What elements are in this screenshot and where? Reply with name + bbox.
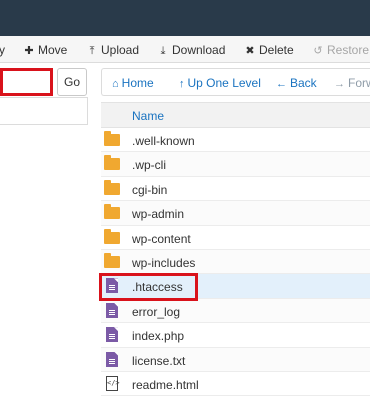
file-text-icon <box>104 302 120 319</box>
list-item[interactable]: cgi-bin <box>101 176 370 202</box>
list-item[interactable]: </> readme.html <box>101 371 370 397</box>
arrow-left-icon: ← <box>276 78 287 90</box>
arrow-right-icon: → <box>334 78 345 90</box>
top-header-bar <box>0 0 370 36</box>
upload-icon: ⤒ <box>89 45 95 57</box>
item-name: .well-known <box>132 134 195 148</box>
download-button[interactable]: ⤓ Download <box>157 42 226 58</box>
path-input[interactable] <box>0 68 53 96</box>
item-name: error_log <box>132 304 181 319</box>
move-button[interactable]: ✚ Move <box>23 42 67 58</box>
home-button[interactable]: ⌂ Home <box>112 75 154 91</box>
navigation-bar: ⌂Home ↑Up One Level ←Back →Forw <box>101 68 370 96</box>
item-name: index.php <box>132 329 185 344</box>
folder-icon <box>104 204 120 221</box>
item-name: wp-admin <box>132 207 185 222</box>
item-name: .htaccess <box>132 280 183 295</box>
item-name: .wp-cli <box>132 158 167 173</box>
list-item[interactable]: license.txt <box>101 347 370 372</box>
file-list-header: Name <box>101 102 370 128</box>
file-list: .well-known .wp-cli cgi-bin wp-admin wp-… <box>101 128 370 397</box>
download-label: Download <box>172 43 226 57</box>
restore-label: Restore <box>327 43 370 57</box>
file-text-icon <box>104 351 120 368</box>
list-item[interactable]: .well-known <box>101 128 370 153</box>
list-item[interactable]: .wp-cli <box>101 152 370 177</box>
up-one-level-label: Up One Level <box>187 76 261 90</box>
item-name: wp-content <box>132 231 191 246</box>
move-label: Move <box>38 43 68 57</box>
upload-label: Upload <box>101 43 140 57</box>
name-column-header[interactable]: Name <box>132 109 164 123</box>
upload-button[interactable]: ⤒ Upload <box>86 42 139 58</box>
delete-button[interactable]: ✖ Delete <box>244 42 294 58</box>
list-item[interactable]: error_log <box>101 298 370 324</box>
item-name: cgi-bin <box>132 182 168 197</box>
directory-tree-panel <box>0 97 88 125</box>
list-item-selected[interactable]: .htaccess <box>101 274 370 299</box>
delete-label: Delete <box>259 43 294 57</box>
folder-icon <box>104 228 120 246</box>
list-item[interactable]: wp-admin <box>101 201 370 226</box>
forward-button[interactable]: →Forw <box>334 75 370 91</box>
file-manager-toolbar: y ✚ Move ⤒ Upload ⤓ Download ✖ Delete ↺ Resto… <box>0 36 370 63</box>
move-arrows-icon: ✚ <box>24 45 34 57</box>
file-text-icon <box>104 327 120 343</box>
up-one-level-button[interactable]: ↑ Up One Level <box>179 75 261 91</box>
list-item[interactable]: wp-includes <box>101 249 370 275</box>
item-name: license.txt <box>132 353 186 368</box>
toolbar-partial-item[interactable]: y <box>0 42 5 58</box>
folder-icon <box>104 252 120 270</box>
list-item[interactable]: wp-content <box>101 225 370 250</box>
file-text-icon <box>104 278 120 294</box>
home-icon: ⌂ <box>112 78 119 90</box>
close-icon: ✖ <box>245 45 255 57</box>
level-up-icon: ↑ <box>179 78 185 90</box>
folder-icon <box>104 155 120 172</box>
folder-icon <box>104 179 120 197</box>
back-button[interactable]: ← Back <box>276 75 317 91</box>
folder-icon <box>104 131 120 148</box>
html-file-icon: </> <box>104 375 120 392</box>
download-icon: ⤓ <box>160 45 166 57</box>
item-name: wp-includes <box>132 255 196 270</box>
home-label: Home <box>121 76 154 90</box>
back-label: Back <box>290 76 317 90</box>
restore-icon: ↺ <box>313 45 323 57</box>
forward-label: Forw <box>348 76 370 90</box>
item-name: readme.html <box>132 377 199 392</box>
restore-button[interactable]: ↺ Restore <box>312 42 369 58</box>
go-button[interactable]: Go <box>57 68 87 96</box>
list-item[interactable]: index.php <box>101 323 370 348</box>
